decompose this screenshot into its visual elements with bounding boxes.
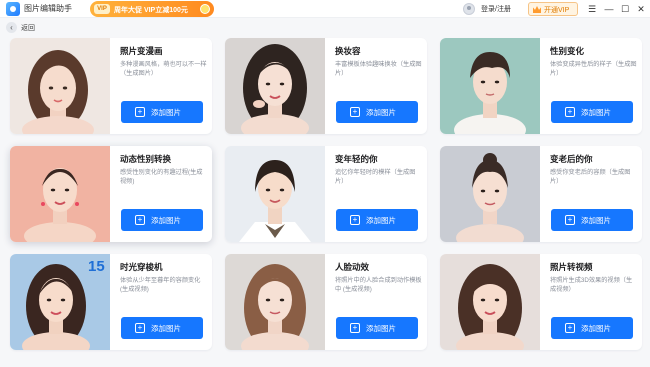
- maximize-button[interactable]: ☐: [619, 2, 631, 16]
- card-title: 照片变漫画: [120, 46, 163, 56]
- card-description: 体验从少年至暮年的容颜变化 (生成视频): [120, 277, 201, 293]
- card-thumbnail: [225, 38, 325, 134]
- card-description: 将照片中的人脸合成到动作模板中 (生成视频): [335, 277, 422, 293]
- minimize-button[interactable]: —: [603, 2, 615, 16]
- title-bar: 图片编辑助手 VIP 周年大促 VIP立减100元 登录/注册 开通VIP ☰ …: [0, 0, 650, 18]
- add-image-button[interactable]: + 添加图片: [336, 101, 418, 123]
- card-title: 性别变化: [550, 46, 585, 56]
- add-image-button[interactable]: + 添加图片: [336, 209, 418, 231]
- open-vip-label: 开通VIP: [544, 7, 570, 14]
- age-badge: 15: [88, 258, 105, 275]
- coin-icon: [200, 4, 210, 14]
- add-image-button[interactable]: + 添加图片: [336, 317, 418, 339]
- app-title: 图片编辑助手: [24, 4, 72, 13]
- card-thumbnail: [10, 38, 110, 134]
- plus-icon: +: [565, 107, 575, 117]
- add-image-button[interactable]: + 添加图片: [551, 317, 633, 339]
- card-title: 人脸动效: [335, 262, 370, 272]
- card-title: 动态性别转换: [120, 154, 172, 164]
- login-link[interactable]: 登录/注册: [481, 4, 511, 14]
- add-image-button[interactable]: + 添加图片: [121, 209, 203, 231]
- feature-card-face-animation[interactable]: 人脸动效 将照片中的人脸合成到动作模板中 (生成视频) + 添加图片: [225, 254, 427, 350]
- card-title: 时光穿梭机: [120, 262, 163, 272]
- back-label[interactable]: 返回: [21, 23, 35, 33]
- plus-icon: +: [350, 215, 360, 225]
- card-thumbnail: 15: [10, 254, 110, 350]
- plus-icon: +: [565, 215, 575, 225]
- card-title: 换妆容: [335, 46, 361, 56]
- card-thumbnail: [440, 38, 540, 134]
- app-logo-icon: [6, 2, 20, 16]
- card-title: 照片转视频: [550, 262, 593, 272]
- card-description: 体验变成异性后的样子（生成图片）: [550, 61, 637, 77]
- menu-icon[interactable]: ☰: [586, 2, 598, 16]
- add-image-button[interactable]: + 添加图片: [551, 101, 633, 123]
- card-thumbnail: [10, 146, 110, 242]
- promo-text: 周年大促 VIP立减100元: [114, 7, 188, 14]
- card-thumbnail: [440, 254, 540, 350]
- back-arrow-icon[interactable]: ‹: [6, 22, 17, 33]
- add-image-button[interactable]: + 添加图片: [121, 101, 203, 123]
- promo-banner[interactable]: VIP 周年大促 VIP立减100元: [90, 1, 214, 17]
- feature-card-younger[interactable]: 变年轻的你 追忆你年轻时的模样（生成图片） + 添加图片: [225, 146, 427, 242]
- add-image-label: 添加图片: [366, 216, 396, 225]
- card-description: 追忆你年轻时的模样（生成图片）: [335, 169, 416, 185]
- add-image-label: 添加图片: [581, 108, 611, 117]
- plus-icon: +: [135, 323, 145, 333]
- add-image-label: 添加图片: [581, 324, 611, 333]
- plus-icon: +: [565, 323, 575, 333]
- card-thumbnail: [440, 146, 540, 242]
- add-image-label: 添加图片: [366, 108, 396, 117]
- plus-icon: +: [350, 107, 360, 117]
- card-thumbnail: [225, 146, 325, 242]
- add-image-button[interactable]: + 添加图片: [121, 317, 203, 339]
- card-thumbnail: [225, 254, 325, 350]
- plus-icon: +: [135, 107, 145, 117]
- add-image-label: 添加图片: [151, 324, 181, 333]
- crown-icon: [533, 6, 541, 13]
- feature-card-older[interactable]: 变老后的你 感受你变老后的容颜（生成图片） + 添加图片: [440, 146, 642, 242]
- open-vip-button[interactable]: 开通VIP: [528, 2, 578, 16]
- card-description: 感受性别变化的有趣过程(生成视频): [120, 169, 203, 185]
- user-avatar-icon[interactable]: [463, 3, 475, 15]
- plus-icon: +: [350, 323, 360, 333]
- feature-card-gender-change[interactable]: 性别变化 体验变成异性后的样子（生成图片） + 添加图片: [440, 38, 642, 134]
- add-image-label: 添加图片: [366, 324, 396, 333]
- card-description: 多种漫画风格，萌也可以不一样（生成图片）: [120, 61, 207, 77]
- feature-card-photo-to-video[interactable]: 照片转视频 将照片生成3D效果的视频（生成视频） + 添加图片: [440, 254, 642, 350]
- add-image-label: 添加图片: [581, 216, 611, 225]
- add-image-label: 添加图片: [151, 216, 181, 225]
- card-description: 丰富模板体验趣味换妆（生成图片）: [335, 61, 422, 77]
- vip-tag: VIP: [94, 4, 110, 14]
- close-button[interactable]: ✕: [635, 2, 647, 16]
- feature-card-dynamic-gender[interactable]: 动态性别转换 感受性别变化的有趣过程(生成视频) + 添加图片: [10, 146, 212, 242]
- plus-icon: +: [135, 215, 145, 225]
- card-title: 变老后的你: [550, 154, 593, 164]
- add-image-label: 添加图片: [151, 108, 181, 117]
- card-description: 将照片生成3D效果的视频（生成视频）: [550, 277, 633, 293]
- card-title: 变年轻的你: [335, 154, 378, 164]
- add-image-button[interactable]: + 添加图片: [551, 209, 633, 231]
- feature-card-cartoon[interactable]: 照片变漫画 多种漫画风格，萌也可以不一样（生成图片） + 添加图片: [10, 38, 212, 134]
- feature-card-time-machine[interactable]: 15 时光穿梭机 体验从少年至暮年的容颜变化 (生成视频) + 添加图片: [10, 254, 212, 350]
- card-description: 感受你变老后的容颜（生成图片）: [550, 169, 631, 185]
- feature-card-makeup[interactable]: 换妆容 丰富模板体验趣味换妆（生成图片） + 添加图片: [225, 38, 427, 134]
